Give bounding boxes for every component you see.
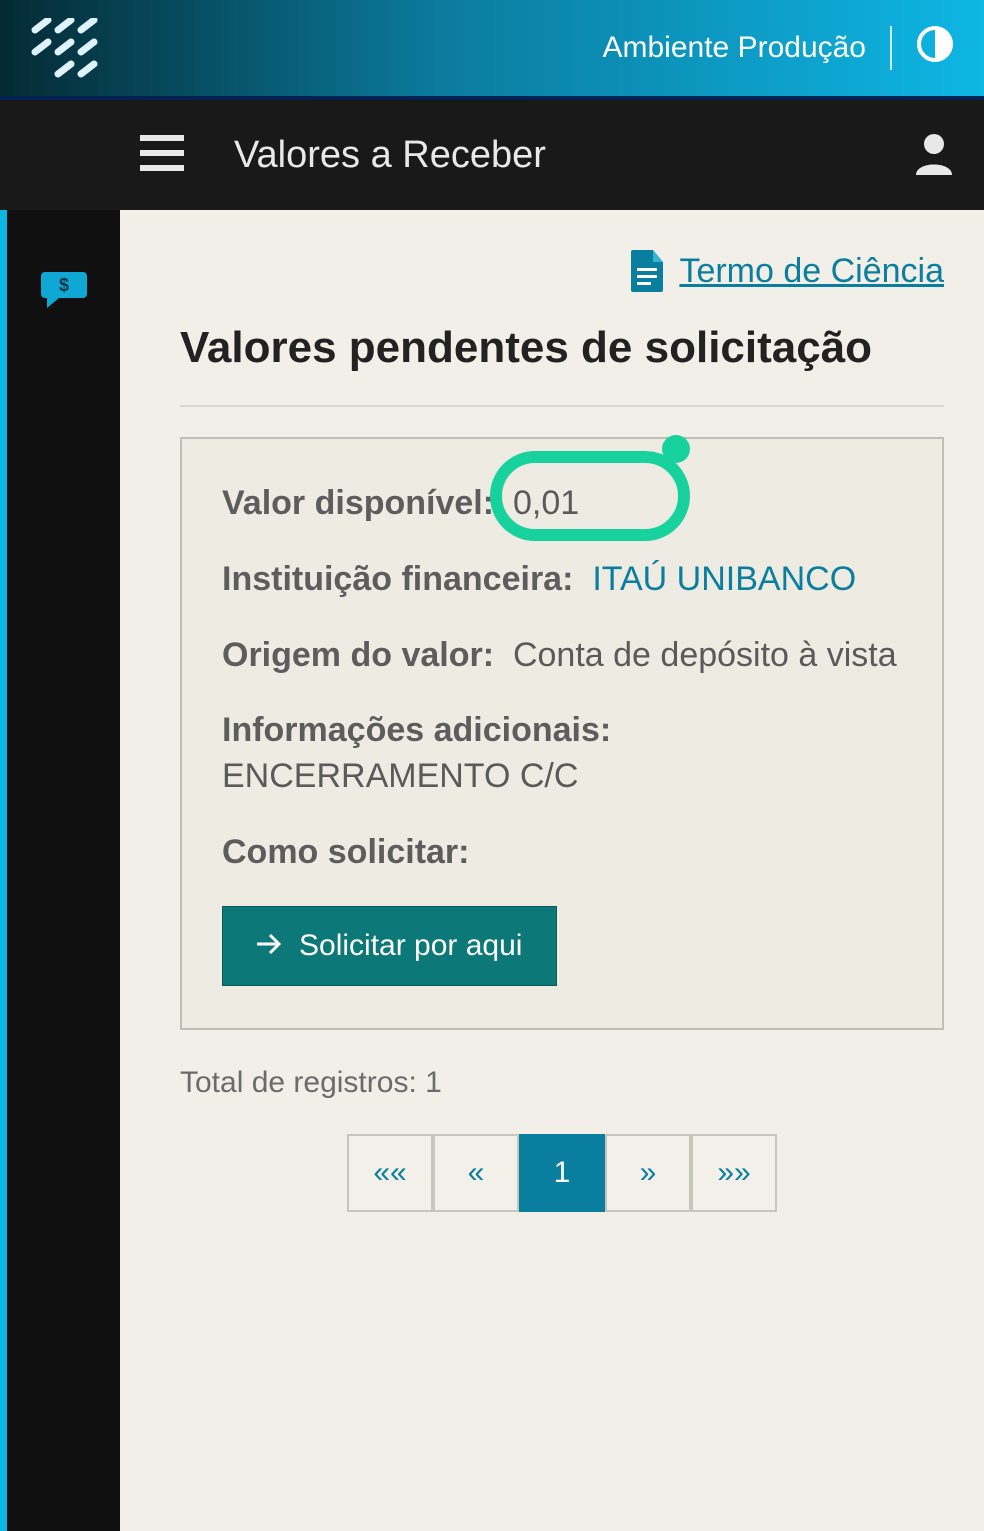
valor-disponivel-value: 0,01 — [513, 484, 579, 522]
pager-last[interactable]: »» — [691, 1134, 777, 1212]
solicitar-button-label: Solicitar por aqui — [299, 929, 522, 963]
bcb-logo-icon — [30, 18, 100, 78]
total-label: Total de registros: — [180, 1066, 417, 1099]
como-solicitar-label: Como solicitar: — [222, 833, 469, 871]
pager-next[interactable]: » — [605, 1134, 691, 1212]
total-value: 1 — [425, 1066, 442, 1099]
section-title: Valores pendentes de solicitação — [180, 322, 944, 407]
hamburger-menu-icon[interactable] — [140, 135, 184, 176]
page-title: Valores a Receber — [234, 134, 546, 177]
side-rail: $ — [0, 210, 120, 1531]
top-bar: Ambiente Produção — [0, 0, 984, 100]
nav-bar: Valores a Receber — [0, 100, 984, 210]
origem-value: Conta de depósito à vista — [513, 636, 897, 674]
record-card: Valor disponível: 0,01 Instituição finan… — [180, 437, 944, 1030]
pager-first[interactable]: «« — [347, 1134, 433, 1212]
valor-disponivel-label: Valor disponível: — [222, 484, 494, 522]
info-value: ENCERRAMENTO C/C — [222, 757, 578, 795]
chat-money-icon[interactable]: $ — [7, 260, 120, 316]
solicitar-button[interactable]: Solicitar por aqui — [222, 906, 557, 986]
instituicao-value[interactable]: ITAÚ UNIBANCO — [592, 560, 856, 598]
environment-label: Ambiente Produção — [603, 31, 867, 65]
arrow-right-icon — [257, 929, 283, 963]
contrast-toggle-icon[interactable] — [916, 25, 954, 71]
origem-label: Origem do valor: — [222, 636, 494, 674]
termo-ciencia-link[interactable]: Termo de Ciência — [679, 252, 944, 291]
highlight-annotation-dot — [662, 435, 690, 463]
instituicao-label: Instituição financeira: — [222, 560, 573, 598]
main-content: Termo de Ciência Valores pendentes de so… — [120, 210, 984, 1531]
document-icon — [631, 250, 665, 292]
pager-prev[interactable]: « — [433, 1134, 519, 1212]
pagination: «« « 1 » »» — [180, 1134, 944, 1212]
svg-text:$: $ — [58, 275, 68, 295]
pager-page-current[interactable]: 1 — [519, 1134, 605, 1212]
info-label: Informações adicionais: — [222, 711, 611, 749]
user-icon[interactable] — [914, 131, 954, 180]
vertical-divider — [890, 26, 892, 70]
